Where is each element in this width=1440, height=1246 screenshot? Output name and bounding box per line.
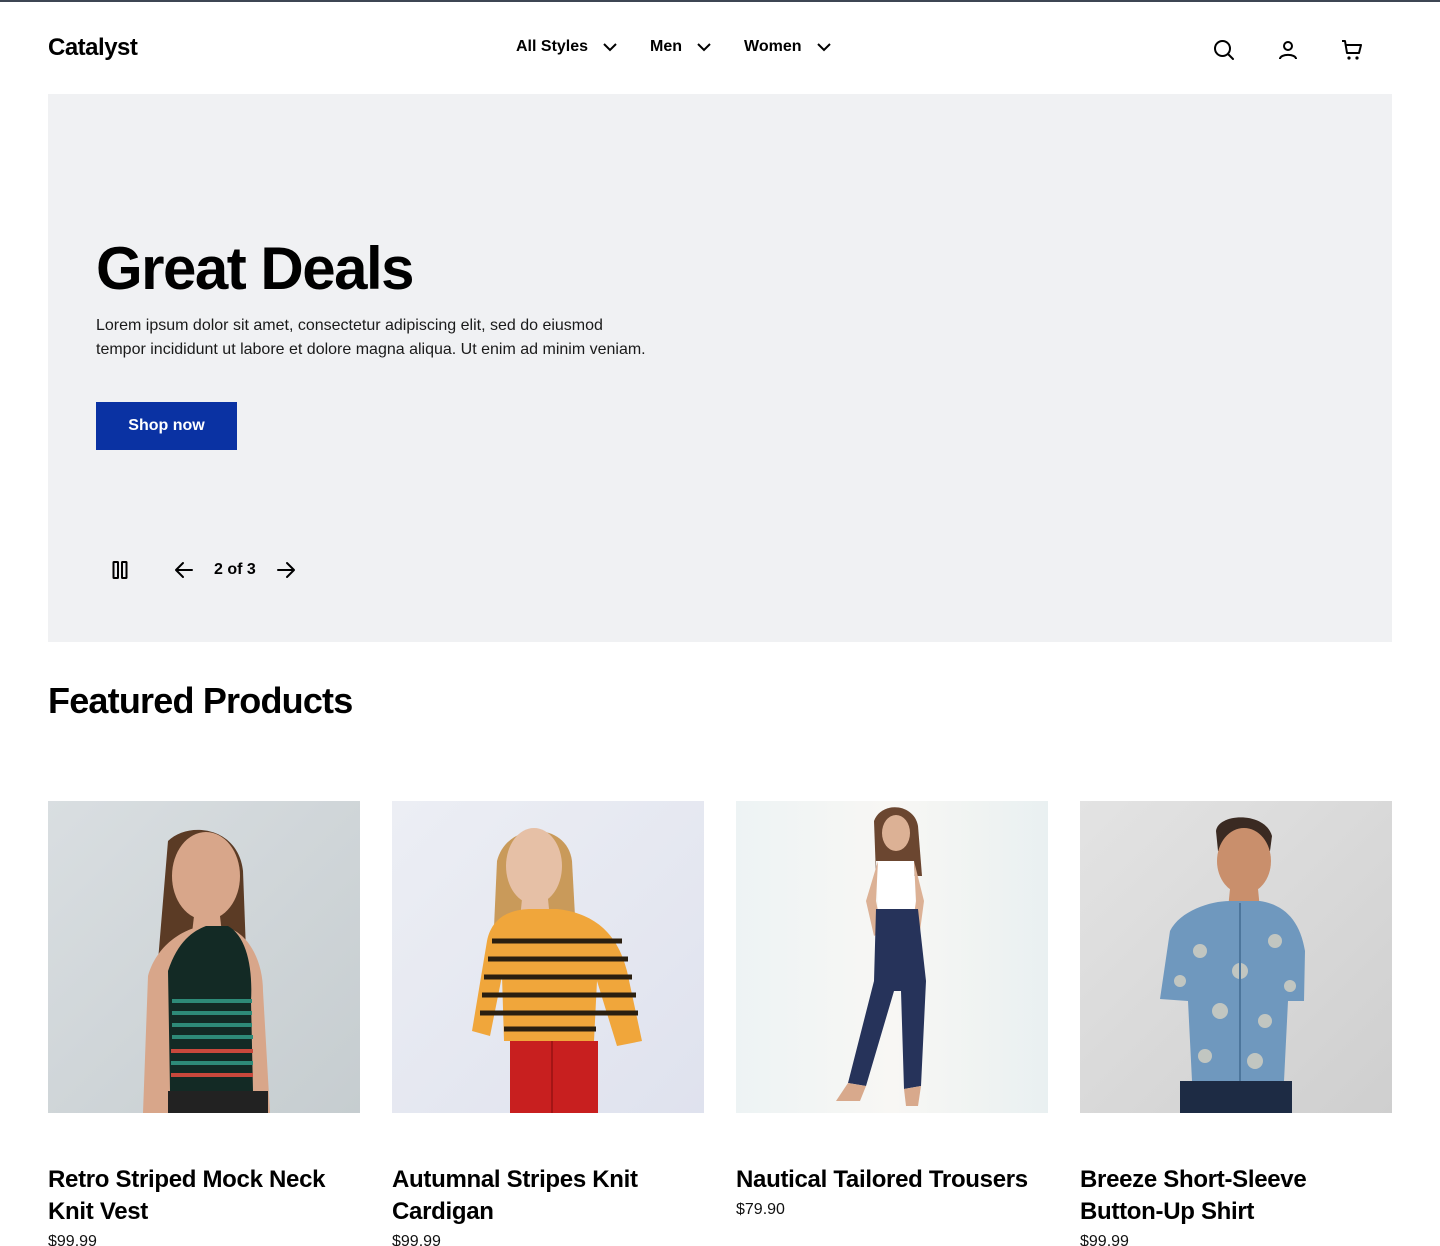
product-price: $99.99 bbox=[48, 1233, 97, 1246]
shop-now-button[interactable]: Shop now bbox=[96, 402, 237, 450]
product-name[interactable]: Retro Striped Mock Neck Knit Vest bbox=[48, 1164, 360, 1228]
arrow-right-icon bbox=[276, 562, 295, 578]
product-name[interactable]: Autumnal Stripes Knit Cardigan bbox=[392, 1164, 704, 1228]
logo[interactable]: Catalyst bbox=[48, 34, 138, 62]
product-price: $99.99 bbox=[392, 1233, 441, 1246]
user-icon bbox=[1279, 41, 1297, 60]
product-image[interactable] bbox=[48, 801, 360, 1113]
slideshow-controls: 2 of 3 bbox=[108, 556, 298, 584]
previous-slide-button[interactable] bbox=[172, 558, 196, 582]
product-grid: Retro Striped Mock Neck Knit Vest $99.99… bbox=[48, 801, 1392, 1246]
cart-button[interactable] bbox=[1338, 36, 1366, 64]
chevron-down-icon bbox=[816, 43, 831, 52]
pause-button[interactable] bbox=[108, 558, 132, 582]
site-header: Catalyst All Styles Men Women bbox=[48, 2, 1392, 94]
nav-item-women[interactable]: Women bbox=[744, 35, 831, 59]
product-card[interactable]: Autumnal Stripes Knit Cardigan $99.99 bbox=[392, 801, 704, 1246]
hero-description: Lorem ipsum dolor sit amet, consectetur … bbox=[96, 317, 646, 358]
product-price: $79.90 bbox=[736, 1201, 785, 1218]
main-nav: All Styles Men Women bbox=[516, 35, 864, 59]
nav-item-label: Men bbox=[650, 38, 683, 55]
header-actions bbox=[1174, 36, 1366, 64]
product-image[interactable] bbox=[736, 801, 1048, 1113]
product-price: $99.99 bbox=[1080, 1233, 1129, 1246]
product-name[interactable]: Breeze Short-Sleeve Button-Up Shirt bbox=[1080, 1164, 1392, 1228]
product-image[interactable] bbox=[1080, 801, 1392, 1113]
product-name[interactable]: Nautical Tailored Trousers bbox=[736, 1164, 1048, 1196]
product-card[interactable]: Retro Striped Mock Neck Knit Vest $99.99 bbox=[48, 801, 360, 1246]
search-button[interactable] bbox=[1210, 36, 1238, 64]
account-button[interactable] bbox=[1274, 36, 1302, 64]
slide-counter: 2 of 3 bbox=[214, 561, 256, 578]
hero-slideshow: Great Deals Lorem ipsum dolor sit amet, … bbox=[48, 94, 1392, 642]
product-card[interactable]: Breeze Short-Sleeve Button-Up Shirt $99.… bbox=[1080, 801, 1392, 1246]
search-icon bbox=[1214, 40, 1234, 60]
arrow-left-icon bbox=[175, 562, 193, 578]
nav-item-label: Women bbox=[744, 38, 802, 55]
pause-icon bbox=[112, 561, 128, 579]
product-card[interactable]: Nautical Tailored Trousers $79.90 bbox=[736, 801, 1048, 1246]
nav-item-all-styles[interactable]: All Styles bbox=[516, 35, 618, 59]
cart-icon bbox=[1342, 40, 1362, 60]
nav-item-men[interactable]: Men bbox=[650, 35, 712, 59]
product-image[interactable] bbox=[392, 801, 704, 1113]
nav-item-label: All Styles bbox=[516, 38, 589, 55]
chevron-down-icon bbox=[603, 43, 617, 52]
next-slide-button[interactable] bbox=[274, 558, 298, 582]
chevron-down-icon bbox=[697, 43, 711, 52]
featured-products-title: Featured Products bbox=[48, 680, 353, 721]
hero-title: Great Deals bbox=[96, 235, 415, 302]
